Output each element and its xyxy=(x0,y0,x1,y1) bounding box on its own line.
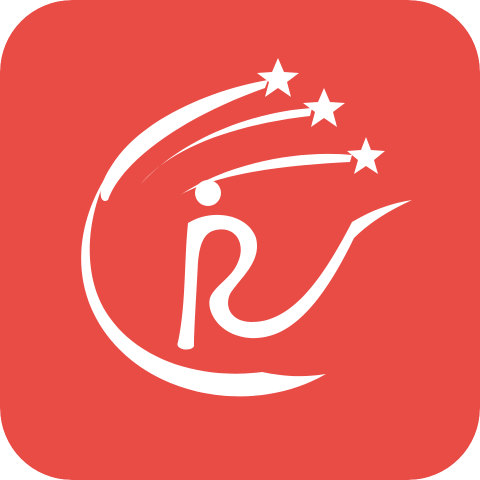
app-logo-svg xyxy=(0,0,480,480)
app-icon[interactable] xyxy=(0,0,480,480)
figure-head xyxy=(195,180,221,206)
